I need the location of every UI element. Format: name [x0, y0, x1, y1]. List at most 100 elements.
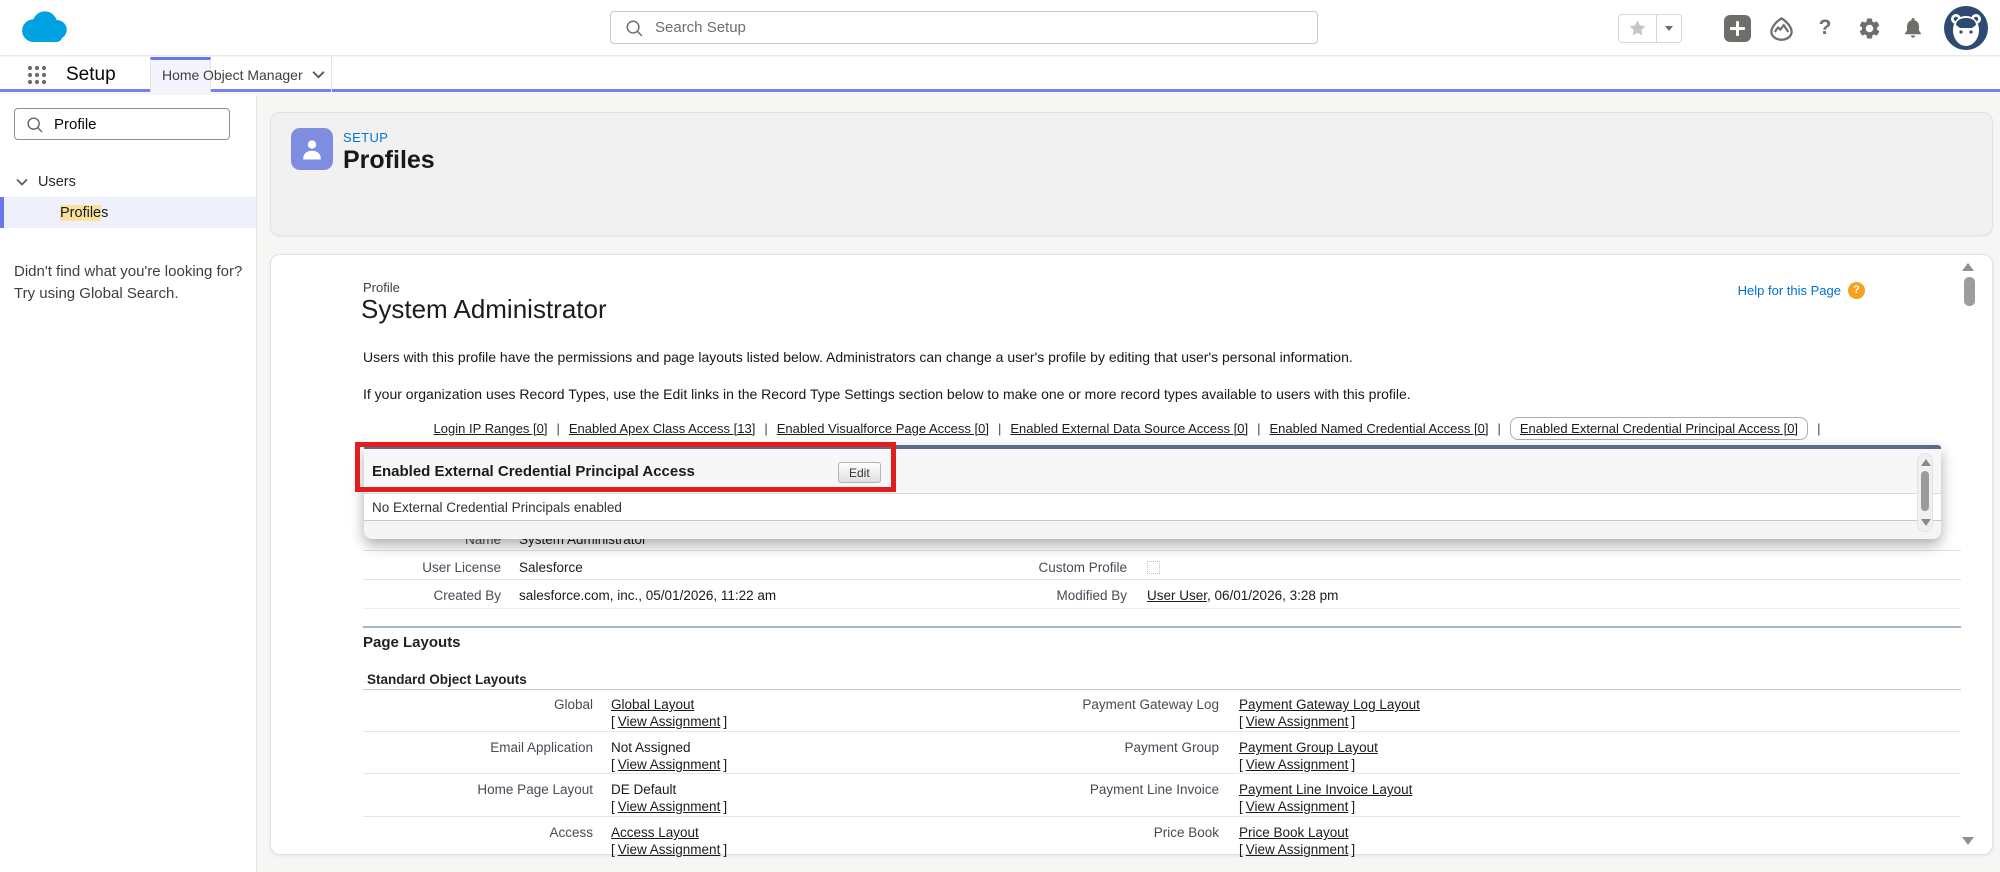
layout-label: Payment Gateway Log: [1082, 697, 1219, 712]
global-search-box[interactable]: [610, 11, 1318, 44]
layout-label: Global: [553, 697, 593, 712]
favorites-button-group: [1618, 13, 1682, 43]
row-divider: [363, 550, 1961, 551]
scrollbar-thumb[interactable]: [1964, 277, 1975, 306]
view-assignment-link[interactable]: View Assignment: [1246, 799, 1349, 814]
favorites-star-button[interactable]: [1619, 14, 1656, 42]
standard-object-layouts-subtitle: Standard Object Layouts: [367, 672, 527, 687]
layout-value-link[interactable]: Payment Gateway Log Layout: [1239, 697, 1420, 712]
scroll-down-arrow[interactable]: [1921, 519, 1931, 526]
popup-scrollbar[interactable]: [1917, 453, 1933, 532]
tab-object-manager[interactable]: Object Manager: [188, 57, 332, 92]
app-launcher-button[interactable]: [26, 64, 48, 91]
help-badge-icon[interactable]: ?: [1848, 282, 1865, 299]
favorites-dropdown-button[interactable]: [1656, 14, 1681, 42]
layout-value-link[interactable]: Global Layout: [611, 697, 694, 712]
page-header-card: SETUP Profiles: [270, 112, 1993, 236]
help-for-this-page-link[interactable]: Help for this Page: [1738, 283, 1841, 298]
popup-title: Enabled External Credential Principal Ac…: [372, 463, 695, 480]
question-mark-icon: ?: [1818, 16, 1832, 39]
setup-sidebar: Users Profiles Didn't find what you're l…: [0, 95, 257, 872]
bracket: ]: [1351, 799, 1356, 814]
hover-link-named-credential-access[interactable]: Enabled Named Credential Access [0]: [1269, 421, 1488, 436]
hover-link-external-credential-principal-access[interactable]: Enabled External Credential Principal Ac…: [1520, 421, 1798, 436]
search-icon: [626, 20, 643, 36]
header-actions: ?: [1618, 0, 1988, 56]
modified-by-date: , 06/01/2026, 3:28 pm: [1207, 588, 1339, 603]
scrollbar-thumb[interactable]: [1921, 471, 1929, 511]
sidebar-item-profiles[interactable]: Profiles: [0, 197, 256, 228]
layout-value-link[interactable]: Price Book Layout: [1239, 825, 1349, 840]
detail-user-license-label: User License: [422, 560, 501, 575]
edit-button[interactable]: Edit: [838, 462, 881, 483]
detail-modified-by-label: Modified By: [1056, 588, 1127, 603]
quick-create-button[interactable]: [1722, 13, 1752, 43]
hover-link-external-data-source-access[interactable]: Enabled External Data Source Access [0]: [1010, 421, 1248, 436]
bracket: ]: [723, 842, 728, 857]
layout-value-link[interactable]: Access Layout: [611, 825, 699, 840]
scroll-down-arrow[interactable]: [1962, 837, 1974, 845]
user-icon: [303, 140, 321, 160]
hover-link-apex-class-access[interactable]: Enabled Apex Class Access [13]: [569, 421, 755, 436]
scroll-up-arrow[interactable]: [1962, 263, 1974, 271]
setup-gear-button[interactable]: [1854, 13, 1884, 43]
global-search-input[interactable]: [653, 18, 1317, 37]
view-assignment-link[interactable]: View Assignment: [618, 757, 721, 772]
bracket: [: [1239, 799, 1243, 814]
bracket: ]: [1351, 757, 1356, 772]
sidebar-section-users[interactable]: Users: [0, 168, 256, 196]
view-assignment-link[interactable]: View Assignment: [618, 714, 721, 729]
view-assignment-link[interactable]: View Assignment: [618, 842, 721, 857]
layout-label: Access: [549, 825, 593, 840]
profile-description-1: Users with this profile have the permiss…: [363, 349, 1353, 365]
view-assignment: [View Assignment]: [611, 842, 727, 857]
view-assignment-link[interactable]: View Assignment: [1246, 842, 1349, 857]
modified-by-user-link[interactable]: User User: [1147, 588, 1207, 603]
entity-type-label: Profile: [363, 280, 400, 295]
salesforce-logo[interactable]: [16, 7, 72, 49]
user-avatar[interactable]: [1944, 6, 1988, 50]
bracket: [: [611, 714, 615, 729]
layout-value-link[interactable]: Payment Group Layout: [1239, 740, 1378, 755]
separator: |: [1257, 421, 1261, 436]
notifications-button[interactable]: [1898, 13, 1928, 43]
sidebar-search-input[interactable]: [52, 114, 229, 134]
layout-value-link[interactable]: Payment Line Invoice Layout: [1239, 782, 1412, 797]
view-assignment-link[interactable]: View Assignment: [1246, 714, 1349, 729]
tab-object-manager-label: Object Manager: [203, 66, 303, 83]
view-assignment-link[interactable]: View Assignment: [618, 799, 721, 814]
layout-value-link[interactable]: Not Assigned: [611, 740, 691, 755]
page-layouts-section-title: Page Layouts: [363, 634, 461, 651]
view-assignment: [View Assignment]: [1239, 799, 1355, 814]
setup-nav-bar: Setup Home Object Manager: [0, 57, 2000, 92]
popup-empty-message: No External Credential Principals enable…: [364, 494, 1941, 521]
page-layout-row: Global Global Layout [View Assignment] P…: [363, 689, 1961, 732]
custom-profile-checkbox[interactable]: [1147, 561, 1160, 574]
scroll-up-arrow[interactable]: [1921, 459, 1931, 466]
section-divider: [363, 626, 1961, 628]
profiles-entity-icon: [291, 128, 333, 170]
detail-custom-profile-label: Custom Profile: [1038, 560, 1127, 575]
separator: |: [556, 421, 560, 436]
trailhead-button[interactable]: [1766, 13, 1796, 43]
view-assignment-link[interactable]: View Assignment: [1246, 757, 1349, 772]
layout-label: Home Page Layout: [477, 782, 593, 797]
detail-created-by-value: salesforce.com, inc., 05/01/2026, 11:22 …: [519, 588, 777, 603]
layout-value-link[interactable]: DE Default: [611, 782, 676, 797]
avatar-astro-icon: [1944, 6, 1988, 50]
separator: |: [1817, 421, 1821, 436]
view-assignment: [View Assignment]: [611, 757, 727, 772]
hover-link-visualforce-page-access[interactable]: Enabled Visualforce Page Access [0]: [777, 421, 989, 436]
page-layout-row: Access Access Layout [View Assignment] P…: [363, 817, 1961, 857]
bracket: ]: [723, 799, 728, 814]
view-assignment: [View Assignment]: [1239, 842, 1355, 857]
view-assignment: [View Assignment]: [611, 714, 727, 729]
bracket: ]: [723, 757, 728, 772]
help-button[interactable]: ?: [1810, 13, 1840, 43]
search-match-highlight: Profile: [60, 204, 102, 221]
sidebar-search-box[interactable]: [14, 108, 230, 140]
bracket: [: [1239, 714, 1243, 729]
hover-link-login-ip-ranges[interactable]: Login IP Ranges [0]: [434, 421, 548, 436]
profile-description-2: If your organization uses Record Types, …: [363, 386, 1411, 402]
profile-detail-card: Help for this Page ? Profile System Admi…: [270, 254, 1993, 857]
